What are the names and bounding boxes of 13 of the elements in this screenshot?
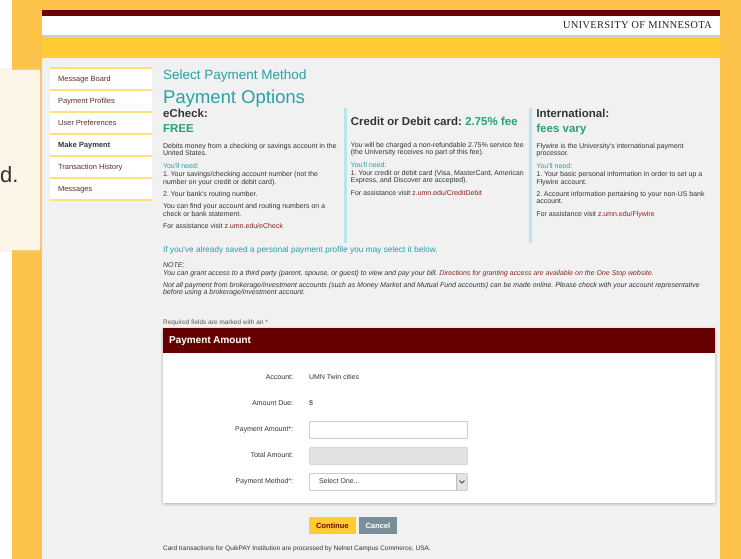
section-heading: Select Payment Method (163, 67, 308, 82)
caret-icon (456, 474, 467, 490)
slide-text: d. (0, 162, 18, 188)
university-name: UNIVERSITY OF MINNESOTA (562, 20, 712, 31)
page-title: Payment Options (163, 86, 306, 108)
profile-hint: If you've already saved a personal payment profile you may select it below. (163, 244, 439, 254)
method-fee: fees vary (536, 123, 588, 136)
method-name: International: (536, 108, 610, 120)
method-heading: Credit or Debit card: 2.75% fee (350, 116, 518, 128)
input-field[interactable] (309, 420, 468, 439)
method-name: eCheck: (163, 108, 209, 120)
card-header: Payment Amount (163, 328, 715, 353)
method-fee: FREE (163, 123, 195, 136)
